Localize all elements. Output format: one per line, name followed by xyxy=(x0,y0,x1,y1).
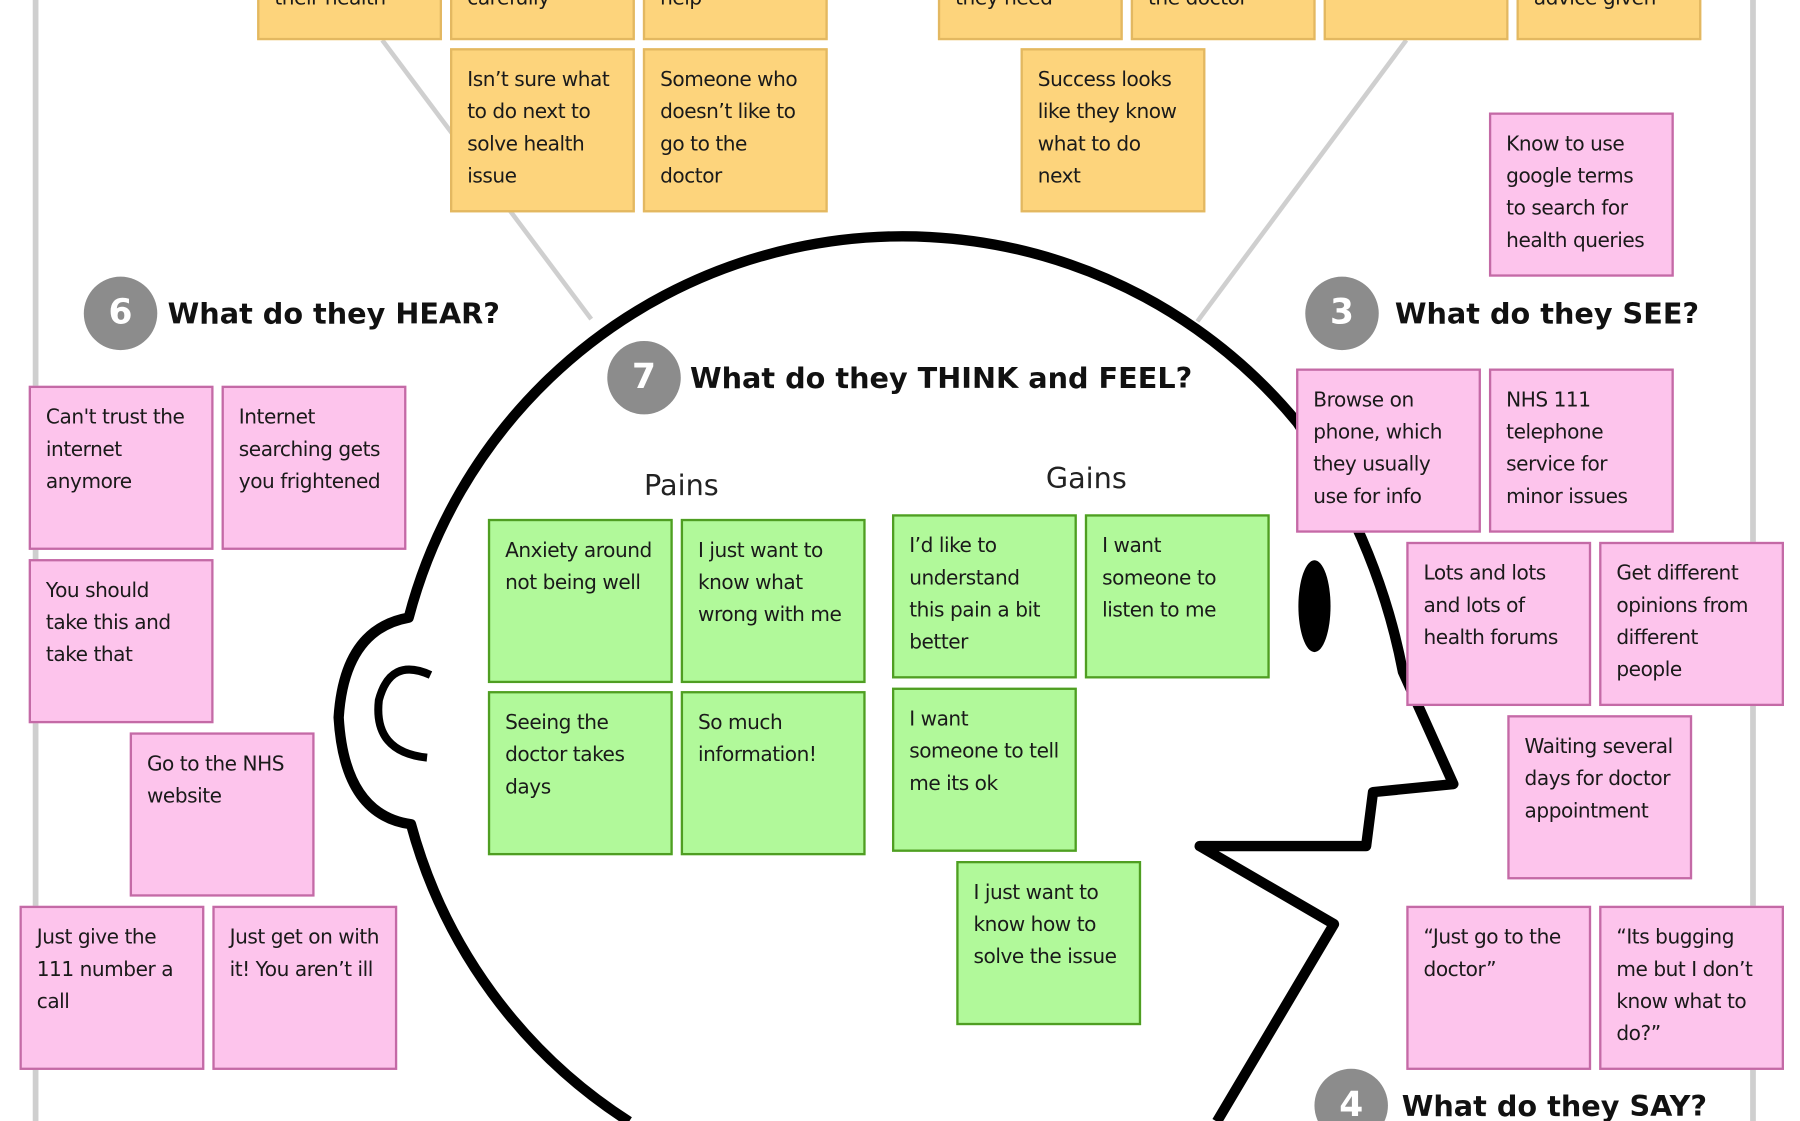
sticky-note-top-notes: help xyxy=(642,0,828,41)
sticky-note-top-notes: Success looks like they know what to do … xyxy=(1020,48,1206,213)
eye-icon xyxy=(1298,560,1331,653)
ear-icon xyxy=(374,665,433,762)
note-text: Get different opinions from different pe… xyxy=(1616,562,1748,682)
note-text: the doctor xyxy=(1148,0,1248,15)
sticky-note-see-notes: Browse on phone, which they usually use … xyxy=(1296,368,1481,533)
step-badge-6: 6 xyxy=(83,276,158,351)
note-text: Success looks like they know what to do … xyxy=(1037,68,1177,189)
note-text: help xyxy=(660,0,702,15)
step-badge-3: 3 xyxy=(1305,276,1379,351)
sticky-note-hear-notes: Just give the 111 number a call xyxy=(19,905,205,1070)
note-text: Isn’t sure what to do next to solve heal… xyxy=(467,68,610,189)
sticky-note-top-notes: the doctor xyxy=(1130,0,1316,41)
sticky-note-pains: I just want to know what wrong with me xyxy=(680,518,866,684)
sticky-note-top-notes: their health xyxy=(257,0,442,41)
sticky-note-see-notes: Get different opinions from different pe… xyxy=(1599,541,1784,707)
note-text: Just give the 111 number a call xyxy=(36,926,174,1014)
sticky-note-gains: I want someone to tell me its ok xyxy=(891,687,1077,852)
note-text: I just want to know what wrong with me xyxy=(697,539,842,627)
sticky-note-hear-notes: You should take this and take that xyxy=(28,559,214,724)
sticky-note-hear-notes: Just get on with it! You aren’t ill xyxy=(212,905,398,1070)
note-text: Anxiety around not being well xyxy=(505,539,652,595)
note-text: Internet searching gets you frightened xyxy=(238,406,381,494)
gains-label: Gains xyxy=(1045,461,1127,495)
section-title-say: What do they SAY? xyxy=(1401,1089,1708,1121)
sticky-note-top-notes: Isn’t sure what to do next to solve heal… xyxy=(450,48,635,213)
note-text: Someone who doesn’t like to go to the do… xyxy=(660,68,798,189)
note-text: they need xyxy=(955,0,1053,15)
section-title-see: What do they SEE? xyxy=(1394,297,1700,331)
note-text: I’d like to understand this pain a bit b… xyxy=(909,534,1041,655)
sticky-note-hear-notes: Internet searching gets you frightened xyxy=(221,385,407,550)
note-text: carefully xyxy=(467,0,550,15)
sticky-note-gains: I just want to know how to solve the iss… xyxy=(956,861,1142,1026)
note-text: “Its bugging me but I don’t know what to… xyxy=(1616,926,1753,1046)
sticky-note-pains: Seeing the doctor takes days xyxy=(487,691,673,856)
note-text: Browse on phone, which they usually use … xyxy=(1313,389,1442,509)
note-text: “Just go to the doctor” xyxy=(1423,926,1562,982)
empathy-map: their health carefully help they need the do… xyxy=(0,0,1800,1121)
sticky-note-hear-notes: Go to the NHS website xyxy=(129,732,315,897)
note-text: I just want to know how to solve the iss… xyxy=(973,881,1118,969)
note-text: I want someone to listen to me xyxy=(1102,534,1217,623)
note-text: Go to the NHS website xyxy=(146,753,285,809)
note-text: advice given xyxy=(1534,0,1657,15)
note-text: NHS 111 telephone service for minor issu… xyxy=(1506,389,1628,509)
sticky-note-say-notes: “Its bugging me but I don’t know what to… xyxy=(1599,905,1784,1070)
note-text: Know to use google terms to search for h… xyxy=(1506,133,1645,253)
sticky-note-say-notes: “Just go to the doctor” xyxy=(1406,905,1592,1070)
sticky-note-see-notes: Waiting several days for doctor appointm… xyxy=(1507,715,1693,880)
note-text: Waiting several days for doctor appointm… xyxy=(1524,735,1674,824)
connector-line xyxy=(1195,38,1409,323)
sticky-note-pains: So much information! xyxy=(680,691,866,856)
sticky-note-top-notes: Someone who doesn’t like to go to the do… xyxy=(642,48,828,213)
sticky-note-see-notes: NHS 111 telephone service for minor issu… xyxy=(1488,368,1674,533)
step-badge-7: 7 xyxy=(607,340,681,415)
sticky-note-hear-notes: Can't trust the internet anymore xyxy=(28,385,214,550)
sticky-note-pains: Anxiety around not being well xyxy=(487,518,673,684)
note-text: You should take this and take that xyxy=(45,579,171,667)
sticky-note-see-notes: Know to use google terms to search for h… xyxy=(1488,112,1674,277)
section-title-think-feel: What do they THINK and FEEL? xyxy=(689,361,1193,395)
sticky-note-gains: I’d like to understand this pain a bit b… xyxy=(891,514,1077,679)
note-text: Can't trust the internet anymore xyxy=(45,406,185,494)
sticky-note-see-notes: Lots and lots and lots of health forums xyxy=(1406,541,1592,707)
sticky-note-gains: I want someone to listen to me xyxy=(1084,514,1270,679)
section-title-hear: What do they HEAR? xyxy=(167,297,500,331)
note-text: Just get on with it! You aren’t ill xyxy=(229,926,380,982)
pains-label: Pains xyxy=(644,468,719,502)
note-text: I want someone to tell me its ok xyxy=(909,708,1059,796)
sticky-note-top-notes xyxy=(1323,0,1509,41)
note-text: Seeing the doctor takes days xyxy=(505,711,625,800)
note-text: So much information! xyxy=(697,711,817,767)
note-text: their health xyxy=(274,0,386,15)
note-text: Lots and lots and lots of health forums xyxy=(1423,562,1559,650)
sticky-note-top-notes: carefully xyxy=(450,0,635,41)
sticky-note-top-notes: they need xyxy=(937,0,1123,41)
sticky-note-top-notes: advice given xyxy=(1516,0,1702,41)
